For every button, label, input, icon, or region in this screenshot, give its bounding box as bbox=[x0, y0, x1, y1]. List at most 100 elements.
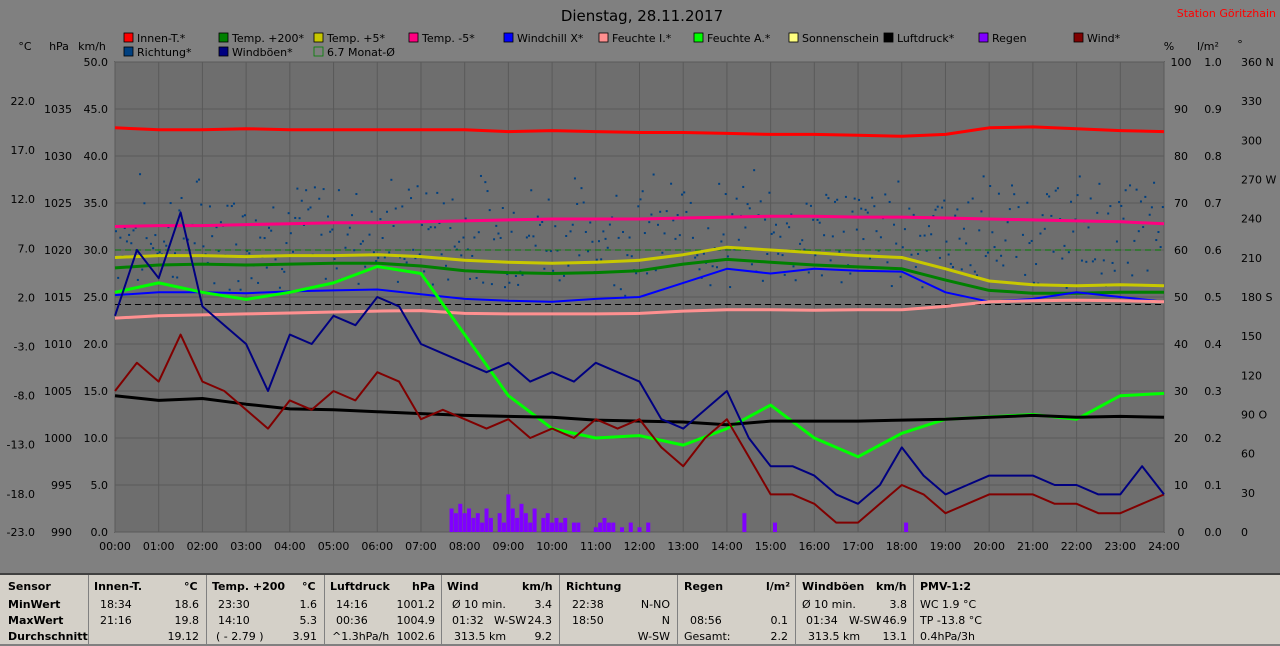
direction-tick-label: 240 bbox=[1241, 213, 1262, 226]
direction-point bbox=[812, 218, 815, 221]
direction-point bbox=[254, 219, 257, 222]
direction-point bbox=[578, 254, 581, 257]
direction-point bbox=[283, 270, 286, 273]
direction-point bbox=[805, 202, 808, 205]
direction-point bbox=[300, 199, 303, 202]
direction-point bbox=[595, 258, 598, 261]
direction-tick-label: 150 bbox=[1241, 330, 1262, 343]
direction-point bbox=[801, 239, 804, 242]
direction-point bbox=[1052, 250, 1055, 253]
stat-wind-unit: km/h bbox=[522, 580, 553, 593]
speed-tick-label: 25.0 bbox=[84, 291, 109, 304]
direction-point bbox=[504, 286, 507, 289]
direction-point bbox=[458, 240, 461, 243]
rain-bar bbox=[554, 517, 559, 532]
stat-avg-wind-val: 9.2 bbox=[534, 630, 553, 643]
direction-point bbox=[361, 240, 364, 243]
direction-point bbox=[816, 218, 819, 221]
direction-point bbox=[774, 223, 777, 226]
rain-bar bbox=[550, 522, 555, 532]
direction-point bbox=[956, 208, 959, 211]
rain-tick-label: 0.6 bbox=[1204, 244, 1222, 257]
legend-swatch bbox=[408, 32, 419, 43]
rain-bar bbox=[475, 513, 480, 532]
direction-point bbox=[351, 214, 354, 217]
humidity-tick-label: 10 bbox=[1174, 479, 1188, 492]
legend-entry: 6.7 Monat-Ø bbox=[327, 46, 395, 59]
direction-point bbox=[1096, 211, 1099, 214]
direction-point bbox=[536, 215, 539, 218]
direction-point bbox=[1111, 261, 1114, 264]
direction-point bbox=[1041, 214, 1044, 217]
x-tick-label: 17:00 bbox=[842, 540, 874, 553]
direction-point bbox=[237, 280, 240, 283]
rain-bar bbox=[620, 527, 625, 532]
direction-tick-label: 120 bbox=[1241, 369, 1262, 382]
stat-min-druck-val: 1001.2 bbox=[396, 598, 436, 611]
rain-bar bbox=[515, 517, 520, 532]
direction-point bbox=[1098, 182, 1101, 185]
direction-point bbox=[788, 226, 791, 229]
stat-min-innen-val: 18.6 bbox=[174, 598, 200, 611]
direction-point bbox=[1024, 273, 1027, 276]
direction-point bbox=[318, 197, 321, 200]
direction-point bbox=[991, 231, 994, 234]
direction-point bbox=[429, 226, 432, 229]
direction-point bbox=[945, 240, 948, 243]
direction-point bbox=[563, 274, 566, 277]
direction-point bbox=[326, 215, 329, 218]
direction-point bbox=[294, 216, 297, 219]
direction-point bbox=[525, 236, 528, 239]
temp-tick-label: -13.0 bbox=[7, 439, 35, 452]
direction-point bbox=[849, 272, 852, 275]
stat-max-pmv: TP -13.8 °C bbox=[920, 614, 982, 627]
rain-bar bbox=[462, 513, 467, 532]
direction-point bbox=[576, 202, 579, 205]
direction-point bbox=[678, 234, 681, 237]
direction-point bbox=[383, 256, 386, 259]
direction-point bbox=[838, 250, 841, 253]
rain-bar bbox=[458, 503, 463, 532]
direction-point bbox=[514, 275, 517, 278]
direction-point bbox=[289, 232, 292, 235]
direction-point bbox=[777, 252, 780, 255]
direction-point bbox=[613, 284, 616, 287]
direction-point bbox=[1070, 200, 1073, 203]
stat-max-innen-time: 21:16 bbox=[100, 614, 132, 627]
direction-point bbox=[1013, 193, 1016, 196]
direction-point bbox=[125, 240, 128, 243]
direction-point bbox=[211, 235, 214, 238]
stat-min-richtung-val: N-NO bbox=[640, 598, 670, 611]
direction-point bbox=[405, 261, 408, 264]
direction-point bbox=[208, 205, 211, 208]
direction-point bbox=[136, 278, 139, 281]
legend-swatch bbox=[313, 32, 324, 43]
direction-point bbox=[320, 233, 323, 236]
stats-panel: Sensor Innen-T. °C Temp. +200 °C Luftdru… bbox=[0, 573, 1280, 646]
stat-avg-pmv: 0.4hPa/3h bbox=[920, 630, 976, 643]
rain-bar bbox=[628, 522, 633, 532]
direction-point bbox=[726, 255, 729, 258]
direction-point bbox=[132, 229, 135, 232]
direction-point bbox=[829, 259, 832, 262]
direction-point bbox=[510, 230, 513, 233]
direction-point bbox=[1120, 204, 1123, 207]
stat-max-richtung-val: N bbox=[661, 614, 670, 627]
direction-point bbox=[949, 262, 952, 265]
direction-point bbox=[530, 189, 533, 192]
direction-point bbox=[534, 244, 537, 247]
direction-point bbox=[696, 254, 699, 257]
rain-tick-label: 0.2 bbox=[1204, 432, 1222, 445]
direction-point bbox=[729, 286, 732, 289]
direction-point bbox=[587, 250, 590, 253]
direction-point bbox=[296, 187, 299, 190]
direction-point bbox=[158, 251, 161, 254]
stat-max-temp-time: 14:10 bbox=[218, 614, 250, 627]
speed-tick-label: 50.0 bbox=[84, 56, 109, 69]
direction-point bbox=[501, 207, 504, 210]
stat-max-richtung-time: 18:50 bbox=[572, 614, 604, 627]
direction-point bbox=[622, 230, 625, 233]
stat-regen-header: Regen bbox=[684, 580, 724, 593]
pressure-tick-label: 990 bbox=[51, 526, 72, 539]
direction-point bbox=[202, 245, 205, 248]
